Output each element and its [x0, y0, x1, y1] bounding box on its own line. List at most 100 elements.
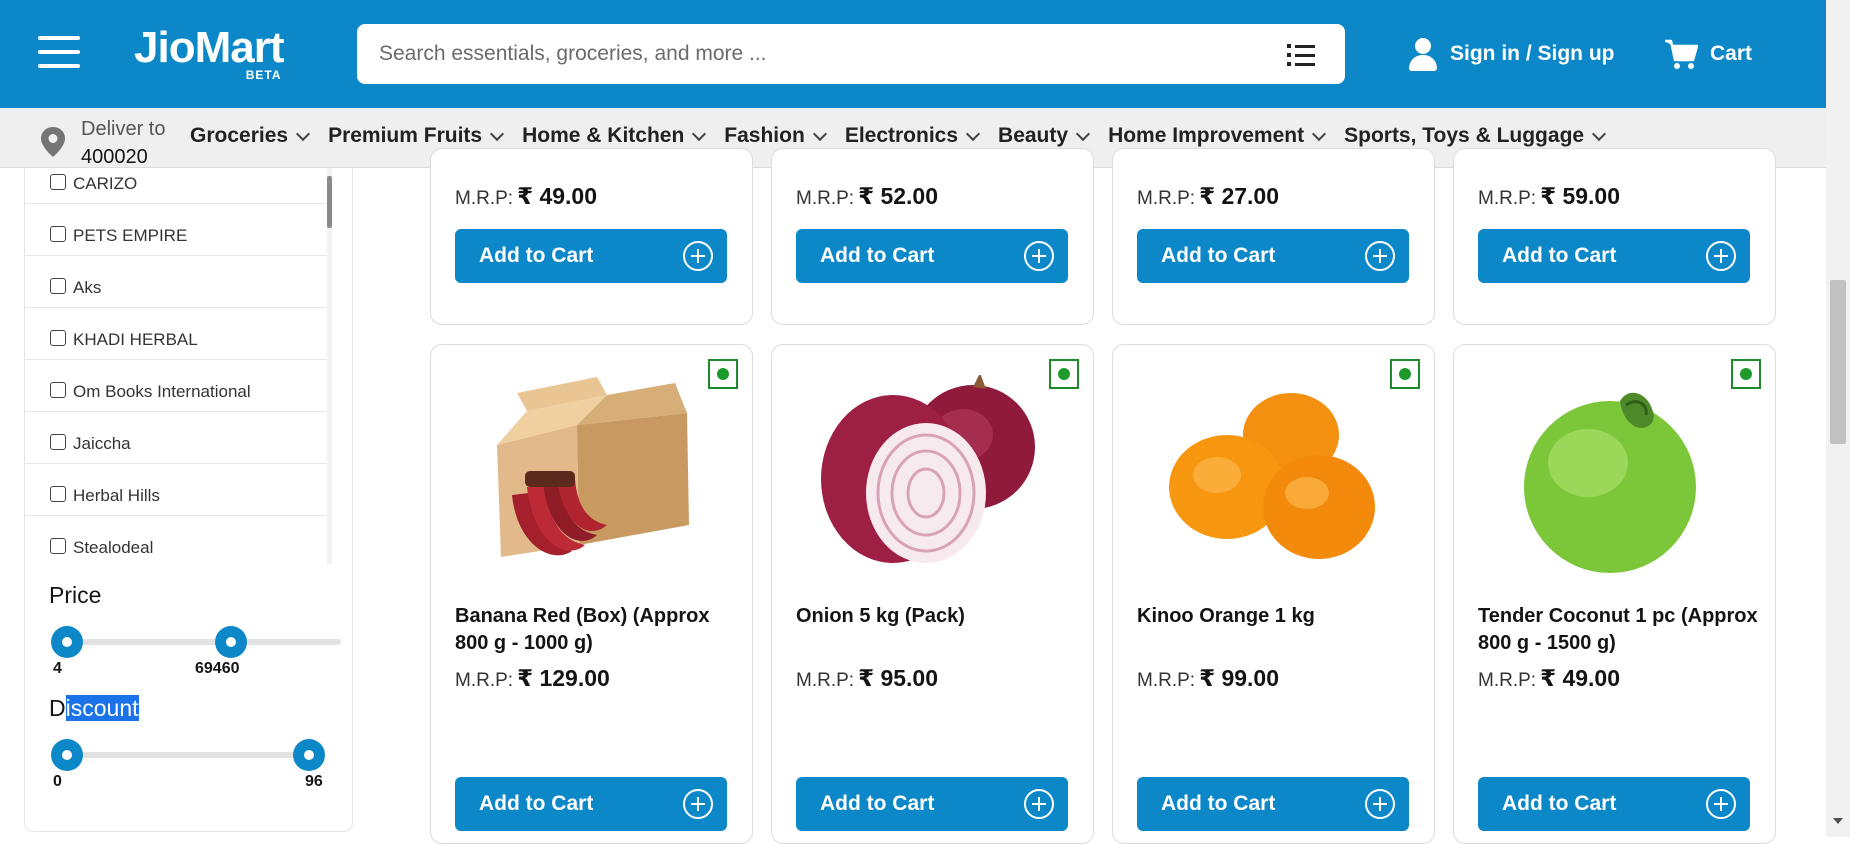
category-sports-toys-luggage[interactable]: Sports, Toys & Luggage: [1344, 124, 1607, 148]
red-banana-box-image[interactable]: [457, 375, 727, 575]
product-card[interactable]: M.R.P: ₹ 49.00 Add to Cart: [430, 148, 753, 325]
discount-filter-title: Discount: [49, 695, 139, 722]
cart-icon: [1665, 39, 1698, 69]
category-home-kitchen[interactable]: Home & Kitchen: [522, 124, 707, 148]
checkbox[interactable]: [50, 174, 66, 190]
product-name[interactable]: Kinoo Orange 1 kg: [1137, 603, 1417, 630]
category-premium-fruits[interactable]: Premium Fruits: [328, 124, 505, 148]
deliver-to[interactable]: Deliver to 400020: [40, 114, 180, 168]
brand-option[interactable]: Herbal Hills: [25, 464, 330, 516]
add-to-cart-label: Add to Cart: [1502, 792, 1617, 815]
discount-title-first: D: [49, 695, 66, 721]
add-to-cart-button[interactable]: Add to Cart: [796, 777, 1068, 831]
price-min-handle[interactable]: [51, 626, 83, 658]
product-name[interactable]: Banana Red (Box) (Approx 800 g - 1000 g): [455, 603, 735, 657]
mrp-label: M.R.P:: [796, 670, 855, 691]
add-to-cart-button[interactable]: Add to Cart: [796, 229, 1068, 283]
chevron-down-icon: [490, 126, 505, 141]
checkbox[interactable]: [50, 434, 66, 450]
onion-image[interactable]: [798, 375, 1068, 575]
brand-option[interactable]: CARIZO: [25, 168, 330, 204]
product-card[interactable]: Onion 5 kg (Pack) M.R.P: ₹ 95.00 Add to C…: [771, 344, 1094, 844]
brand-filter-list: CARIZO PETS EMPIRE Aks KHADI HERBAL Om B…: [25, 168, 330, 564]
category-home-improvement[interactable]: Home Improvement: [1108, 124, 1327, 148]
price-filter-title: Price: [49, 582, 102, 608]
category-label: Premium Fruits: [328, 124, 483, 147]
category-groceries[interactable]: Groceries: [190, 124, 311, 148]
discount-max-handle[interactable]: [293, 739, 325, 771]
add-to-cart-button[interactable]: Add to Cart: [1478, 777, 1750, 831]
scroll-down-arrow-icon[interactable]: [1833, 818, 1843, 824]
discount-min-handle[interactable]: [51, 739, 83, 771]
brand-label: Stealodeal: [73, 538, 154, 557]
checkbox[interactable]: [50, 278, 66, 294]
checkbox[interactable]: [50, 330, 66, 346]
cart-label: Cart: [1710, 42, 1753, 65]
category-label: Home Improvement: [1108, 124, 1305, 147]
deliver-label: Deliver to: [81, 118, 166, 140]
price-value: ₹ 49.00: [517, 183, 598, 209]
filter-sidebar: CARIZO PETS EMPIRE Aks KHADI HERBAL Om B…: [24, 168, 353, 832]
category-label: Groceries: [190, 124, 289, 147]
add-to-cart-button[interactable]: Add to Cart: [1137, 777, 1409, 831]
plus-icon: [1365, 241, 1395, 271]
brand-label: Jaiccha: [73, 434, 131, 453]
chevron-down-icon: [295, 126, 311, 141]
brand-label: Om Books International: [73, 382, 251, 401]
price-value: ₹ 52.00: [858, 183, 939, 209]
product-card[interactable]: Kinoo Orange 1 kg M.R.P: ₹ 99.00 Add to C…: [1112, 344, 1435, 844]
brand-option[interactable]: Aks: [25, 256, 330, 308]
category-electronics[interactable]: Electronics: [845, 124, 981, 148]
coconut-image[interactable]: [1480, 375, 1750, 575]
checkbox[interactable]: [50, 538, 66, 554]
menu-icon[interactable]: [38, 36, 80, 68]
mrp-label: M.R.P:: [455, 188, 514, 209]
jiomart-logo[interactable]: JioMart BETA: [134, 24, 284, 83]
product-card[interactable]: M.R.P: ₹ 52.00 Add to Cart: [771, 148, 1094, 325]
add-to-cart-label: Add to Cart: [820, 244, 935, 267]
category-beauty[interactable]: Beauty: [998, 124, 1091, 148]
plus-icon: [683, 241, 713, 271]
brand-option[interactable]: PETS EMPIRE: [25, 204, 330, 256]
add-to-cart-button[interactable]: Add to Cart: [1478, 229, 1750, 283]
price-max-handle[interactable]: [215, 626, 247, 658]
add-to-cart-button[interactable]: Add to Cart: [455, 777, 727, 831]
brand-option[interactable]: Stealodeal: [25, 516, 330, 564]
checkbox[interactable]: [50, 382, 66, 398]
chevron-down-icon: [1075, 126, 1091, 141]
category-label: Beauty: [998, 124, 1069, 147]
product-card[interactable]: Banana Red (Box) (Approx 800 g - 1000 g)…: [430, 344, 753, 844]
product-name[interactable]: Tender Coconut 1 pc (Approx 800 g - 1500…: [1478, 603, 1758, 657]
add-to-cart-button[interactable]: Add to Cart: [455, 229, 727, 283]
brand-option[interactable]: KHADI HERBAL: [25, 308, 330, 360]
plus-icon: [1706, 789, 1736, 819]
brand-label: CARIZO: [73, 174, 138, 193]
checkbox[interactable]: [50, 486, 66, 502]
product-name[interactable]: Onion 5 kg (Pack): [796, 603, 1076, 630]
scrollbar-thumb[interactable]: [1830, 280, 1846, 444]
brand-option[interactable]: Jaiccha: [25, 412, 330, 464]
page-scrollbar[interactable]: [1826, 0, 1850, 837]
product-card[interactable]: M.R.P: ₹ 59.00 Add to Cart: [1453, 148, 1776, 325]
checkbox[interactable]: [50, 226, 66, 242]
signin-button[interactable]: Sign in / Sign up: [1408, 34, 1614, 74]
mrp-label: M.R.P:: [455, 670, 514, 691]
list-icon[interactable]: [1287, 44, 1315, 66]
search-input[interactable]: [379, 36, 1259, 72]
orange-image[interactable]: [1139, 375, 1409, 575]
brand-option[interactable]: Om Books International: [25, 360, 330, 412]
discount-range-slider[interactable]: [51, 739, 325, 771]
plus-icon: [1024, 241, 1054, 271]
price-text: M.R.P: ₹ 95.00: [796, 665, 938, 692]
product-card[interactable]: M.R.P: ₹ 27.00 Add to Cart: [1112, 148, 1435, 325]
chevron-down-icon: [812, 126, 827, 141]
add-to-cart-label: Add to Cart: [1161, 244, 1276, 267]
category-label: Fashion: [724, 124, 805, 147]
cart-button[interactable]: Cart: [1664, 34, 1752, 74]
price-text: M.R.P: ₹ 52.00: [796, 183, 938, 210]
price-range-slider[interactable]: [51, 626, 341, 658]
category-fashion[interactable]: Fashion: [724, 124, 827, 148]
brand-list-scrollbar[interactable]: [327, 168, 332, 564]
add-to-cart-button[interactable]: Add to Cart: [1137, 229, 1409, 283]
product-card[interactable]: Tender Coconut 1 pc (Approx 800 g - 1500…: [1453, 344, 1776, 844]
